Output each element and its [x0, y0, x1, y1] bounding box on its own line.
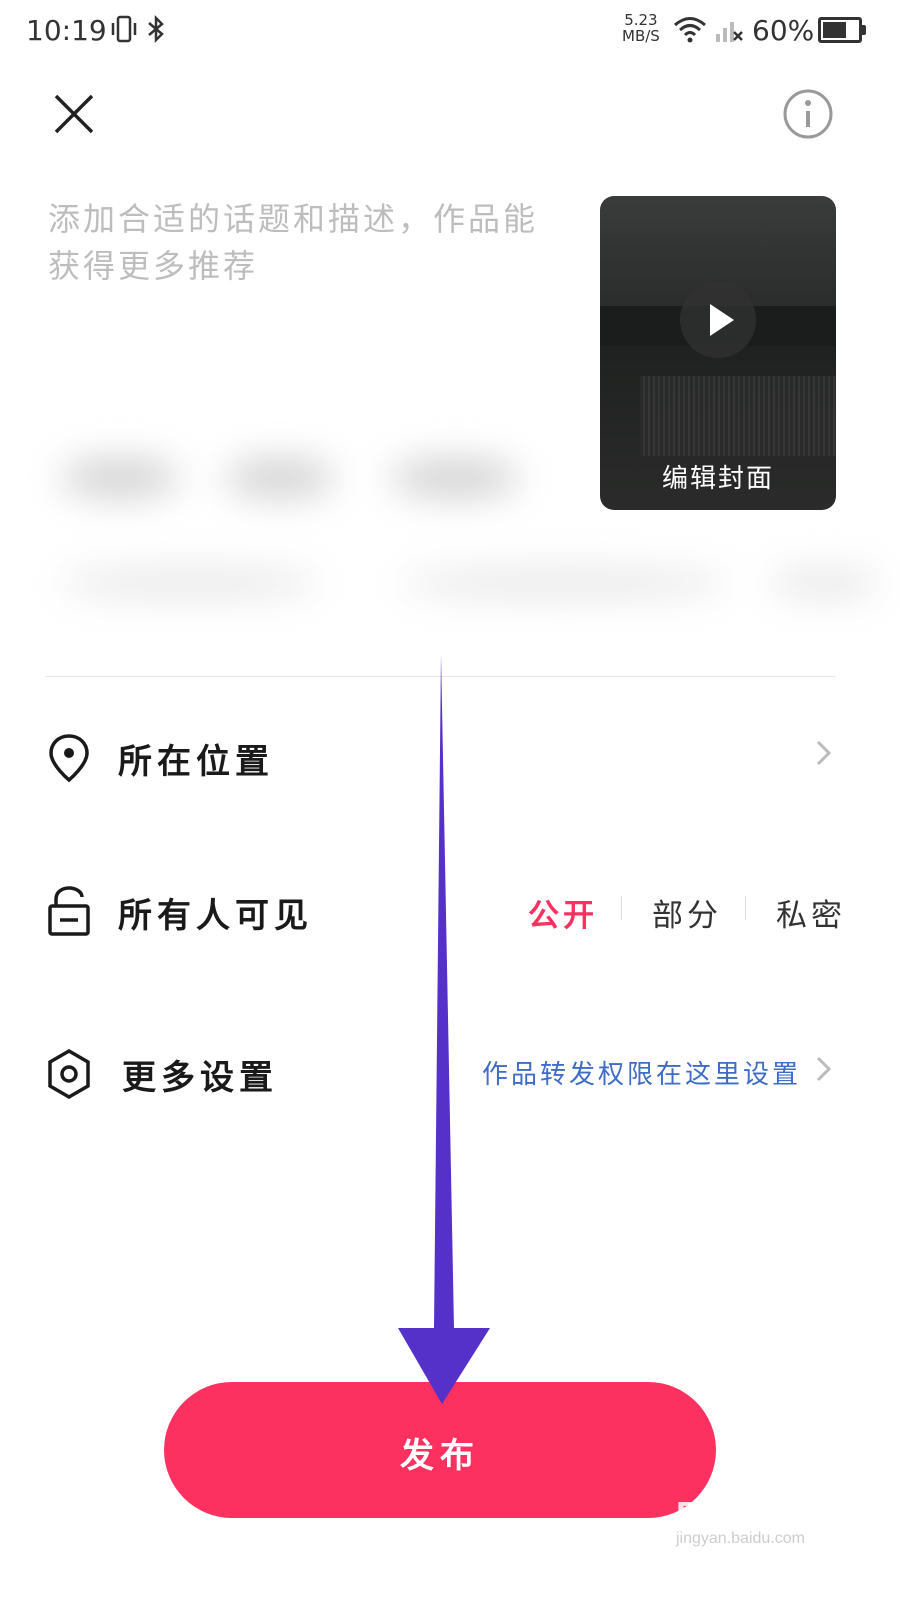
publish-label: 发布 — [400, 1436, 480, 1476]
visibility-option-private[interactable]: 私密 — [776, 890, 846, 935]
option-separator — [621, 896, 622, 920]
more-settings-row[interactable]: 更多设置 作品转发权限在这里设置 — [0, 1030, 900, 1110]
network-speed-value: 5.23 — [624, 11, 658, 29]
status-bar: 10:19 5.23 MB/S 60% — [0, 0, 900, 64]
baidu-watermark: Bai度经验 jingyan.baidu.com — [676, 1484, 846, 1587]
more-settings-label: 更多设置 — [122, 1058, 278, 1098]
option-separator — [745, 896, 746, 920]
divider — [46, 676, 836, 677]
close-button[interactable] — [46, 86, 102, 142]
location-label: 所在位置 — [118, 742, 274, 782]
status-time: 10:19 — [26, 14, 107, 47]
info-icon — [783, 89, 833, 139]
location-row[interactable]: 所在位置 — [0, 714, 900, 794]
watermark-url: jingyan.baidu.com — [676, 1530, 805, 1547]
bluetooth-icon — [146, 14, 166, 48]
play-icon[interactable] — [680, 282, 756, 358]
visibility-row: 所有人可见 公开 部分 私密 — [0, 868, 900, 948]
signal-icon — [714, 14, 744, 48]
visibility-option-partial[interactable]: 部分 — [652, 890, 722, 935]
close-icon — [54, 94, 94, 134]
unlock-icon — [46, 886, 92, 936]
vibrate-icon — [110, 14, 138, 48]
network-speed: 5.23 MB/S — [622, 12, 660, 44]
blurred-content — [0, 418, 900, 648]
visibility-label: 所有人可见 — [118, 896, 313, 936]
chevron-right-icon — [808, 738, 838, 768]
network-speed-unit: MB/S — [622, 27, 660, 45]
chevron-right-icon — [808, 1054, 838, 1084]
settings-hexagon-icon — [46, 1048, 92, 1100]
visibility-option-public[interactable]: 公开 — [528, 890, 598, 935]
battery-percent: 60% — [752, 14, 815, 47]
info-button[interactable] — [780, 86, 836, 142]
battery-icon — [818, 17, 866, 43]
description-input[interactable]: 添加合适的话题和描述，作品能获得更多推荐 — [48, 196, 568, 306]
publish-button[interactable]: 发布 — [164, 1382, 716, 1518]
more-settings-hint: 作品转发权限在这里设置 — [482, 1060, 802, 1090]
location-pin-icon — [46, 732, 92, 783]
wifi-icon — [672, 14, 708, 48]
